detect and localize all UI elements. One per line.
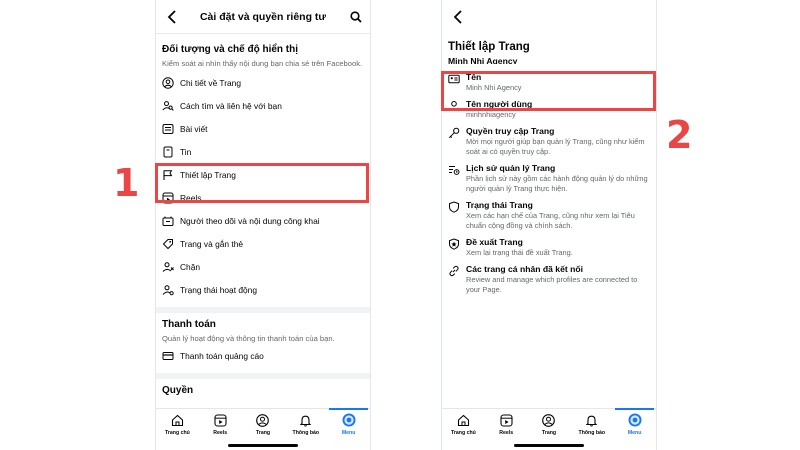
shield-icon (448, 201, 460, 213)
back-arrow-icon[interactable] (164, 8, 180, 26)
ad-payments-icon (162, 350, 174, 362)
settings-privacy-screen: Cài đặt và quyền riêng tư Đối tượng và c… (155, 0, 371, 450)
setting-desc: Xem các hạn chế của Trang, cũng như xem … (466, 211, 635, 230)
payments-section-desc: Quản lý hoạt động và thông tin thanh toá… (162, 334, 335, 343)
link-icon (448, 265, 460, 277)
settings-item-find-contact[interactable]: Cách tìm và liên hệ với bạn (156, 94, 370, 117)
step-number-2: 2 (666, 113, 693, 157)
settings-item-tagging[interactable]: Trang và gắn thẻ (156, 232, 370, 255)
activity-status-icon (162, 284, 174, 296)
menu-avatar-icon (342, 413, 356, 427)
setting-title: Đề xuất Trang (466, 237, 523, 247)
home-indicator (514, 444, 584, 447)
highlight-box-page-setup (155, 163, 369, 203)
nav-home[interactable]: Trang chủ (442, 409, 485, 450)
reels-nav-icon (213, 413, 227, 427)
settings-item-posts[interactable]: Bài viết (156, 117, 370, 140)
reels-nav-icon (499, 413, 513, 427)
settings-item-label: Tin (180, 146, 192, 157)
menu-avatar-icon (628, 413, 642, 427)
nav-label: Trang (255, 430, 271, 436)
stories-icon (162, 146, 174, 158)
nav-label: Reels (499, 430, 514, 436)
key-icon (448, 127, 460, 139)
tutorial-canvas: Cài đặt và quyền riêng tư Đối tượng và c… (0, 0, 800, 450)
section-divider (156, 373, 370, 379)
nav-menu[interactable]: Menu (613, 408, 656, 450)
nav-label: Thông báo (578, 430, 606, 436)
page-setup-screen: Thiết lập Trang Minh Nhi Agency Tên Minh … (441, 0, 657, 450)
audience-section-desc: Kiểm soát ai nhìn thấy nội dung bạn chia… (162, 59, 363, 68)
audience-section-title: Đối tượng và chế độ hiển thị (162, 44, 299, 55)
settings-item-label: Bài viết (180, 123, 208, 134)
setting-title: Quyền truy cập Trang (466, 126, 555, 136)
highlight-box-name (441, 71, 656, 111)
settings-item-label: Người theo dõi và nội dung công khai (180, 215, 320, 226)
bell-icon (585, 413, 599, 427)
nav-label: Trang chủ (451, 430, 476, 436)
setting-page-access[interactable]: Quyền truy cập Trang Mời mọi người giúp b… (442, 126, 656, 157)
person-search-icon (162, 100, 174, 112)
permissions-section-title: Quyền (162, 385, 194, 396)
settings-item-label: Trang và gắn thẻ (180, 238, 244, 249)
settings-header: Cài đặt và quyền riêng tư (156, 0, 370, 34)
settings-item-activity-status[interactable]: Trạng thái hoạt động (156, 278, 370, 301)
page-name: Minh Nhi Agency (448, 56, 518, 64)
section-divider (156, 307, 370, 313)
nav-label: Menu (341, 430, 356, 436)
setting-desc: Mời mọi người giúp bạn quản lý Trang, cũ… (466, 137, 645, 156)
setting-desc: Review and manage which profiles are con… (466, 275, 638, 294)
setting-management-history[interactable]: Lịch sử quản lý Trang Phần lịch sử này gồ… (442, 163, 656, 194)
page-title: Cài đặt và quyền riêng tư (199, 10, 327, 23)
bottom-navigation: Trang chủ Reels Trang Thông báo Menu (156, 408, 370, 450)
settings-item-label: Chi tiết về Trang (180, 77, 241, 88)
public-content-icon (162, 215, 174, 227)
bottom-navigation: Trang chủ Reels Trang Thông báo Menu (442, 408, 656, 450)
setting-desc: minhnhiagency (466, 110, 516, 119)
bell-icon (299, 413, 313, 427)
payments-section-title: Thanh toán (162, 319, 216, 330)
nav-label: Thông báo (292, 430, 320, 436)
settings-item-label: Chặn (180, 261, 201, 272)
setting-page-recommendations[interactable]: Đề xuất Trang Xem lại trạng thái đề xuất … (442, 237, 656, 258)
setting-connected-profiles[interactable]: Các trang cá nhân đã kết nối Review and m… (442, 264, 656, 295)
settings-item-page-details[interactable]: Chi tiết về Trang (156, 71, 370, 94)
home-icon (456, 413, 470, 427)
page-setup-header (442, 0, 656, 34)
profile-icon (256, 413, 270, 427)
nav-label: Reels (213, 430, 228, 436)
profile-icon (542, 413, 556, 427)
search-icon[interactable] (348, 8, 364, 26)
setting-title: Trạng thái Trang (466, 200, 533, 210)
settings-item-label: Cách tìm và liên hệ với bạn (180, 100, 282, 111)
nav-label: Trang chủ (165, 430, 190, 436)
page-setup-title: Thiết lập Trang (448, 41, 530, 53)
person-circle-icon (162, 76, 174, 89)
block-icon (162, 261, 174, 273)
settings-item-followers[interactable]: Người theo dõi và nội dung công khai (156, 209, 370, 232)
settings-item-block[interactable]: Chặn (156, 255, 370, 278)
setting-page-status[interactable]: Trạng thái Trang Xem các hạn chế của Tran… (442, 200, 656, 231)
setting-title: Lịch sử quản lý Trang (466, 163, 556, 173)
setting-desc: Xem lại trạng thái đề xuất Trang. (466, 248, 573, 257)
settings-item-ad-payments[interactable]: Thanh toán quảng cáo (156, 344, 370, 367)
settings-item-stories[interactable]: Tin (156, 140, 370, 163)
nav-label: Trang (541, 430, 557, 436)
posts-icon (162, 123, 174, 135)
tag-icon (162, 238, 174, 250)
nav-label: Menu (627, 430, 642, 436)
step-number-1: 1 (113, 161, 140, 205)
home-indicator (228, 444, 298, 447)
recommend-icon (448, 238, 460, 250)
home-icon (170, 413, 184, 427)
settings-item-label: Trạng thái hoạt động (180, 284, 257, 295)
nav-menu[interactable]: Menu (327, 408, 370, 450)
setting-title: Các trang cá nhân đã kết nối (466, 264, 583, 274)
back-arrow-icon[interactable] (450, 8, 466, 26)
history-list-icon (448, 164, 460, 176)
nav-home[interactable]: Trang chủ (156, 409, 199, 450)
settings-item-label: Thanh toán quảng cáo (180, 350, 264, 361)
setting-desc: Phần lịch sử này gồm các hành động quản … (466, 174, 648, 193)
